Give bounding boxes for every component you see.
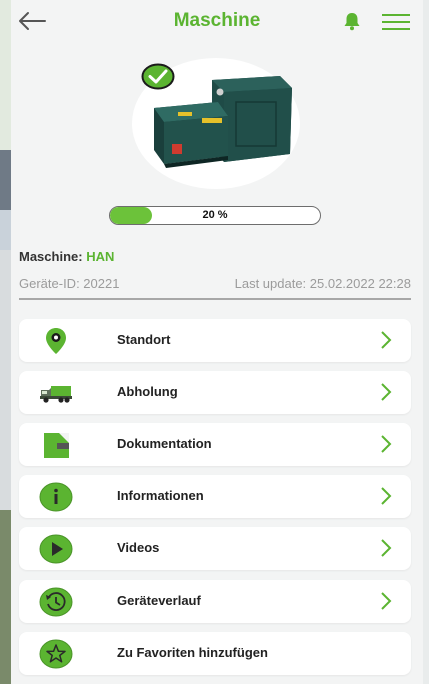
chevron-right-icon <box>379 591 393 611</box>
play-icon <box>39 533 73 565</box>
device-id: Geräte-ID: 20221 <box>19 276 120 291</box>
truck-icon <box>39 377 73 409</box>
divider <box>19 298 411 300</box>
last-update: Last update: 25.02.2022 22:28 <box>234 276 411 291</box>
progress-label: 20 % <box>202 209 228 221</box>
menu-label: Geräteverlauf <box>117 593 201 608</box>
notifications-button[interactable] <box>342 11 362 31</box>
menu-label: Videos <box>117 540 160 555</box>
chevron-right-icon <box>379 382 393 402</box>
machine-name: HAN <box>86 249 115 264</box>
star-icon <box>39 638 73 670</box>
menu-button[interactable] <box>382 13 410 31</box>
bell-icon <box>344 13 360 31</box>
menu-label: Dokumentation <box>117 436 212 451</box>
chevron-right-icon <box>379 434 393 454</box>
menu-item-informationen[interactable]: Informationen <box>19 475 411 518</box>
history-icon <box>39 586 73 618</box>
chevron-right-icon <box>379 538 393 558</box>
menu-item-favoriten[interactable]: Zu Favoriten hinzufügen <box>19 632 411 675</box>
check-circle-icon <box>141 63 175 90</box>
menu-label: Informationen <box>117 488 204 503</box>
menu-item-standort[interactable]: Standort <box>19 319 411 362</box>
machine-detail-screen: Maschine 20 % Maschine: HAN Geräte-ID: 2… <box>11 0 423 684</box>
menu-item-dokumentation[interactable]: Dokumentation <box>19 423 411 466</box>
chevron-right-icon <box>379 330 393 350</box>
hamburger-menu-icon <box>382 14 410 30</box>
document-icon <box>39 429 73 461</box>
menu-label: Zu Favoriten hinzufügen <box>117 645 268 660</box>
machine-name-line: Maschine: HAN <box>19 249 114 264</box>
chevron-right-icon <box>379 486 393 506</box>
info-icon <box>39 481 73 513</box>
menu-label: Abholung <box>117 384 178 399</box>
menu-label: Standort <box>117 332 171 347</box>
machine-label: Maschine: <box>19 249 83 264</box>
menu-item-geraeteverlauf[interactable]: Geräteverlauf <box>19 580 411 623</box>
location-pin-icon <box>39 325 73 357</box>
fill-level-progress: 20 % <box>109 206 321 225</box>
header-bar: Maschine <box>11 0 423 44</box>
menu-item-abholung[interactable]: Abholung <box>19 371 411 414</box>
menu-item-videos[interactable]: Videos <box>19 527 411 570</box>
status-ok-badge <box>141 63 175 90</box>
